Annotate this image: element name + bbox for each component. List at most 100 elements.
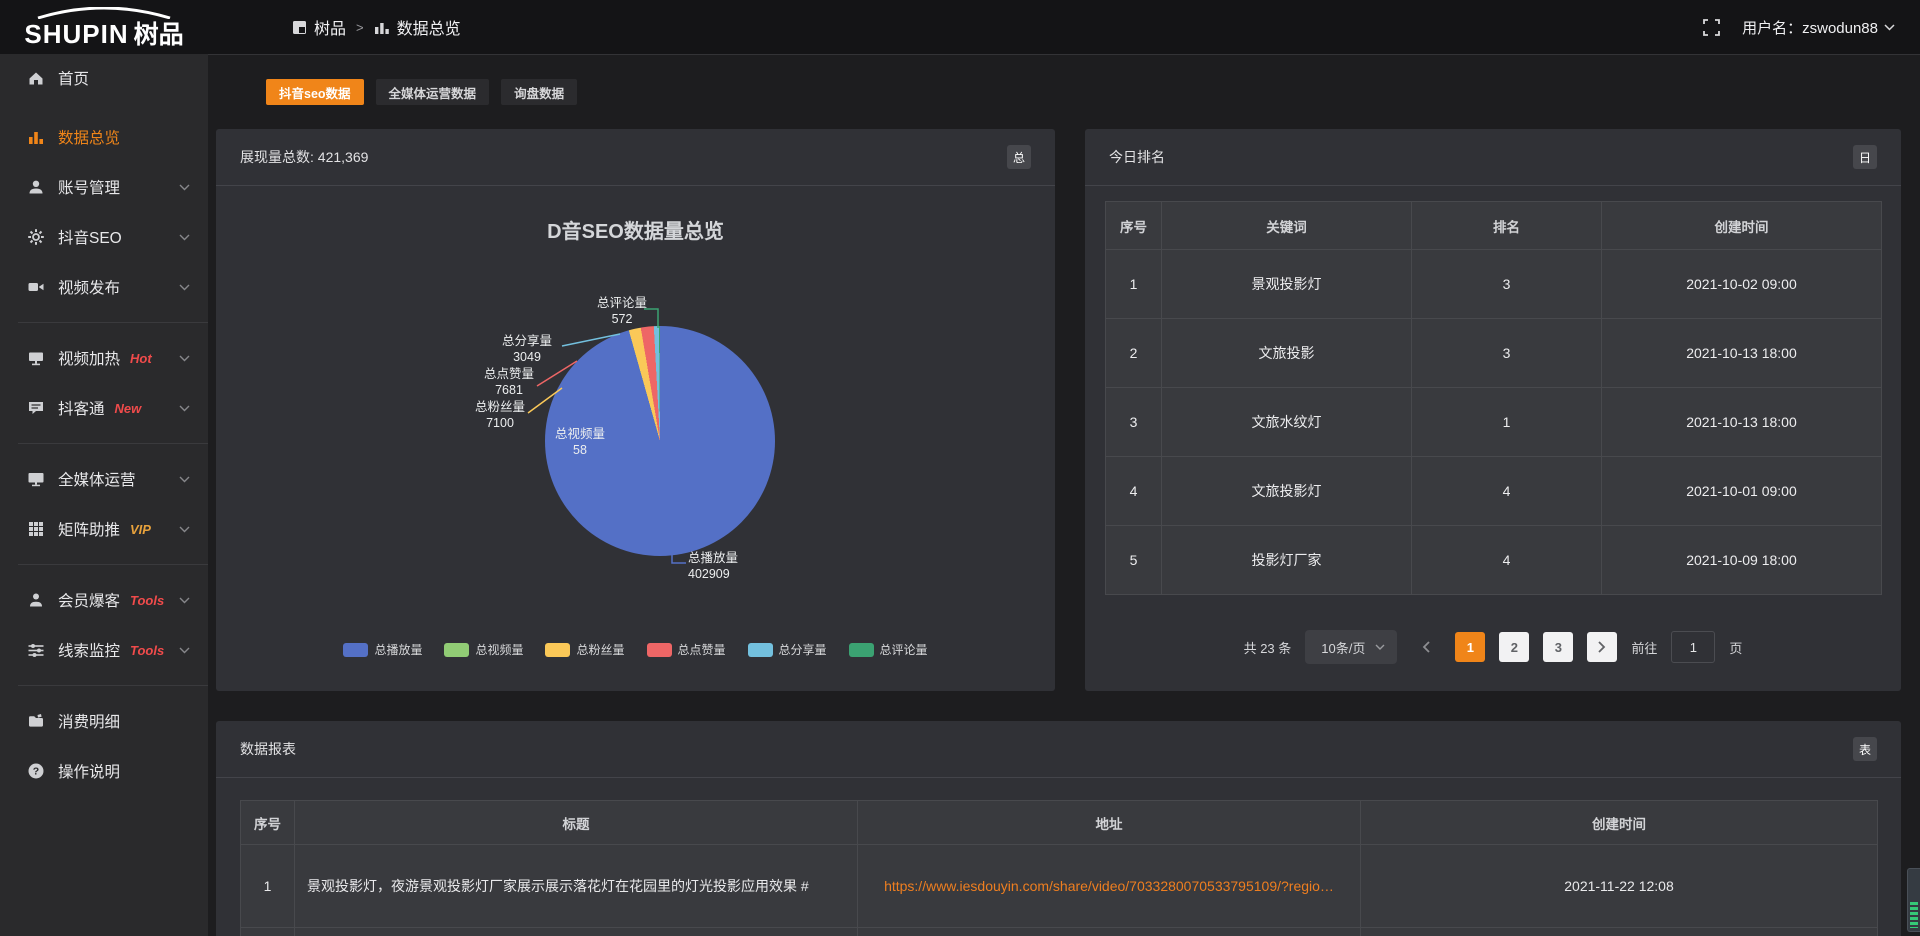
legend-item-plays[interactable]: 总播放量 (343, 641, 422, 658)
legend-label: 总点赞量 (678, 641, 726, 658)
page-button-1[interactable]: 1 (1455, 632, 1485, 662)
page-size-value: 10条/页 (1321, 638, 1365, 657)
legend-item-likes[interactable]: 总点赞量 (647, 641, 726, 658)
cell-created: 2021-10-02 09:00 (1602, 250, 1882, 319)
sidebar-divider (18, 443, 208, 444)
docked-side-widget[interactable] (1907, 868, 1920, 932)
chevron-down-icon (179, 647, 190, 654)
app-logo: SHUPIN 树品 (0, 7, 208, 48)
pagination-total: 共 23 条 (1244, 638, 1292, 657)
tools-tag: Tools (130, 593, 164, 608)
col-title: 标题 (295, 801, 858, 845)
sidebar-item-video-publish[interactable]: 视频发布 (0, 262, 208, 312)
chevron-down-icon (179, 355, 190, 362)
cell-created: 2021-10-13 18:00 (1602, 388, 1882, 457)
legend-label: 总分享量 (779, 641, 827, 658)
page-size-select[interactable]: 10条/页 (1305, 630, 1397, 664)
next-page-button[interactable] (1587, 632, 1617, 662)
sidebar-item-clue-monitor[interactable]: 线索监控 Tools (0, 625, 208, 675)
legend-item-comments[interactable]: 总评论量 (849, 641, 928, 658)
site-icon (292, 20, 307, 35)
sidebar-item-label: 账号管理 (58, 176, 120, 198)
chevron-right-icon (1598, 641, 1606, 653)
goto-page-input[interactable] (1671, 631, 1715, 663)
sidebar-item-consume-detail[interactable]: 消费明细 (0, 696, 208, 746)
widget-stripes (1910, 902, 1918, 928)
breadcrumb-item-data-overview[interactable]: 数据总览 (374, 15, 461, 39)
breadcrumb-item-shupin[interactable]: 树品 (292, 15, 346, 39)
pie-label-value: 58 (530, 442, 630, 458)
sidebar-item-data-overview[interactable]: 数据总览 (0, 112, 208, 162)
main-content: 抖音seo数据 全媒体运营数据 询盘数据 展现量总数: 421,369 总 D音… (208, 54, 1920, 936)
sidebar-item-douyin-seo[interactable]: 抖音SEO (0, 212, 208, 262)
pie-label-shares: 总分享量 3049 (477, 333, 577, 366)
tab-media-ops-data[interactable]: 全媒体运营数据 (376, 79, 490, 105)
rank-panel-title: 今日排名 (1085, 129, 1901, 186)
cell-title: 景观投影灯，夜游景观投影灯厂家展示展示落花灯在花园里的灯光投影应用效果 # (295, 845, 858, 928)
tab-douyin-seo-data[interactable]: 抖音seo数据 (266, 79, 364, 105)
sidebar-item-home[interactable]: 首页 (0, 56, 208, 100)
legend-swatch (545, 643, 570, 657)
tab-inquiry-data[interactable]: 询盘数据 (501, 79, 577, 105)
page-button-3[interactable]: 3 (1543, 632, 1573, 662)
col-keyword: 关键词 (1162, 202, 1412, 250)
cell-keyword: 文旅水纹灯 (1162, 388, 1412, 457)
pie-label-name: 总粉丝量 (450, 399, 550, 415)
cell-created: 2021-10-09 18:00 (1602, 526, 1882, 595)
sidebar-item-douketong[interactable]: 抖客通 New (0, 383, 208, 433)
home-icon (27, 69, 45, 87)
pie-label-name: 总分享量 (477, 333, 577, 349)
user-icon (27, 178, 45, 196)
legend-item-fans[interactable]: 总粉丝量 (545, 641, 624, 658)
cell-index: 5 (1106, 526, 1162, 595)
sidebar-divider (18, 564, 208, 565)
hot-tag: Hot (130, 351, 152, 366)
pie-label-name: 总视频量 (530, 426, 630, 442)
cell-index: 4 (1106, 457, 1162, 526)
cell-url: https://www.iesdouyin.com/share/video/70… (858, 845, 1361, 928)
total-badge[interactable]: 总 (1007, 145, 1031, 169)
impressions-chart-panel: 展现量总数: 421,369 总 D音SEO数据量总览 总评论量 572 总分享… (216, 129, 1055, 691)
sliders-icon (27, 641, 45, 659)
logo-arc (30, 7, 178, 19)
sidebar-item-label: 视频加热 (58, 347, 120, 369)
legend-item-shares[interactable]: 总分享量 (748, 641, 827, 658)
page-button-2[interactable]: 2 (1499, 632, 1529, 662)
cell-index: 2 (1106, 319, 1162, 388)
sidebar-item-help[interactable]: ? 操作说明 (0, 746, 208, 796)
video-camera-icon (27, 278, 45, 296)
table-badge[interactable]: 表 (1853, 737, 1877, 761)
sidebar-item-account[interactable]: 账号管理 (0, 162, 208, 212)
sidebar-item-label: 数据总览 (58, 126, 120, 148)
table-row: 1 景观投影灯 3 2021-10-02 09:00 (1106, 250, 1882, 319)
sidebar-item-media-ops[interactable]: 全媒体运营 (0, 454, 208, 504)
chart-legend: 总播放量 总视频量 总粉丝量 总点赞量 总分享量 总评论量 (216, 641, 1055, 658)
video-link[interactable]: https://www.iesdouyin.com/share/video/70… (884, 878, 1334, 894)
cell-keyword: 文旅投影 (1162, 319, 1412, 388)
fullscreen-icon[interactable] (1703, 19, 1720, 36)
day-badge[interactable]: 日 (1853, 145, 1877, 169)
cell-index: 1 (1106, 250, 1162, 319)
bar-chart-icon (374, 20, 390, 35)
heater-screen-icon (27, 349, 45, 367)
chevron-down-icon (1375, 644, 1385, 650)
username-label: 用户名：zswodun88 (1742, 17, 1878, 38)
prev-page-button[interactable] (1411, 632, 1441, 662)
report-table: 序号 标题 地址 创建时间 1 景观投影灯，夜游景观投影灯厂家展示展示落花灯在花… (240, 800, 1878, 936)
col-url: 地址 (858, 801, 1361, 845)
chevron-down-icon (1884, 24, 1895, 31)
cell-rank: 1 (1412, 388, 1602, 457)
sidebar-item-label: 首页 (58, 67, 89, 89)
cell-keyword: 景观投影灯 (1162, 250, 1412, 319)
logo-text-en: SHUPIN (24, 21, 128, 47)
legend-item-videos[interactable]: 总视频量 (444, 641, 523, 658)
chevron-down-icon (179, 476, 190, 483)
sidebar-item-label: 操作说明 (58, 760, 120, 782)
cell-index (241, 928, 295, 936)
sidebar-item-video-heat[interactable]: 视频加热 Hot (0, 333, 208, 383)
user-menu[interactable]: 用户名：zswodun88 (1742, 17, 1895, 38)
sidebar-item-member-burst[interactable]: 会员爆客 Tools (0, 575, 208, 625)
legend-swatch (343, 643, 368, 657)
sidebar-item-label: 矩阵助推 (58, 518, 120, 540)
sidebar-item-matrix-boost[interactable]: 矩阵助推 VIP (0, 504, 208, 554)
